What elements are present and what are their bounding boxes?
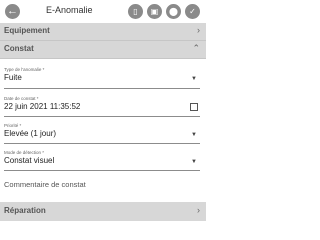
app-header: ← E-Anomalie ▯ ▣ ⬤ ✓ [0,0,206,23]
location-pin-button[interactable]: ⬤ [166,4,181,19]
underline [4,143,200,144]
calendar-icon[interactable] [190,103,198,111]
section-equipement-label: Equipement [4,26,50,35]
mode-detection-select[interactable]: Mode de détection * Constat visuel ▼ [4,150,200,174]
date-constat-field[interactable]: Date de constat * 22 juin 2021 11:35:52 [4,96,200,120]
type-anomalie-value: Fuite [4,73,22,82]
priorite-select[interactable]: Priorité * Elevée (1 jour) ▼ [4,123,200,147]
section-equipement[interactable]: Equipement › [0,23,206,41]
chevron-right-icon: › [197,25,200,35]
section-constat[interactable]: Constat ⌃ [0,41,206,59]
dropdown-arrow-icon: ▼ [191,76,197,82]
camera-button[interactable]: ▣ [147,4,162,19]
check-button[interactable]: ✓ [185,4,200,19]
type-anomalie-select[interactable]: Type de l'anomalie * Fuite ▼ [4,67,200,92]
underline [4,88,200,89]
priorite-value: Elevée (1 jour) [4,129,57,138]
underline [4,116,200,117]
section-reparation[interactable]: Réparation › [0,202,206,221]
commentaire-constat-input[interactable]: Commentaire de constat [4,180,86,189]
mode-detection-value: Constat visuel [4,156,55,165]
page-title: E-Anomalie [46,5,93,15]
dropdown-arrow-icon: ▼ [191,132,197,138]
back-arrow-icon[interactable]: ← [5,4,20,19]
section-constat-label: Constat [4,44,34,53]
attachment-button[interactable]: ▯ [128,4,143,19]
chevron-right-icon: › [197,205,200,215]
section-reparation-label: Réparation [4,206,46,215]
dropdown-arrow-icon: ▼ [191,159,197,165]
underline [4,170,200,171]
chevron-up-icon: ⌃ [192,43,200,53]
date-constat-value: 22 juin 2021 11:35:52 [4,102,81,111]
